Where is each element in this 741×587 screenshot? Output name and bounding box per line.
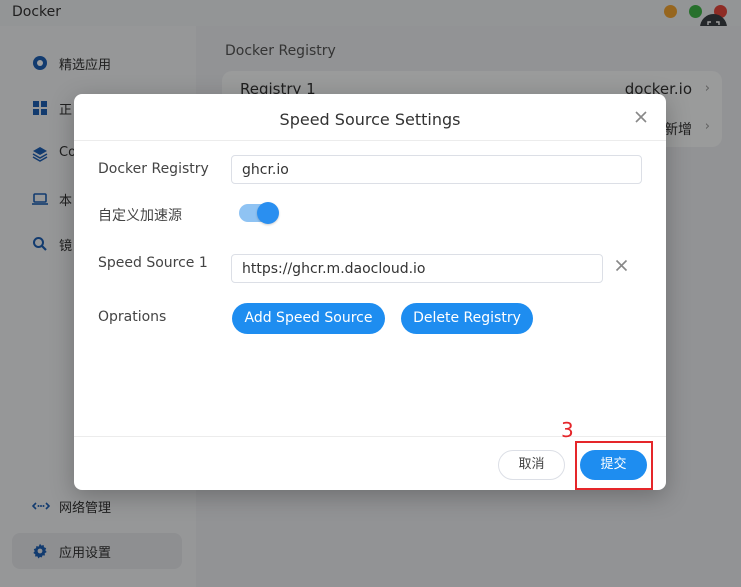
divider	[74, 436, 666, 437]
custom-accel-label: 自定义加速源	[98, 208, 182, 224]
docker-registry-label: Docker Registry	[98, 161, 209, 177]
highlight-box	[575, 441, 653, 490]
step-number: 3	[561, 418, 574, 442]
dialog-title: Speed Source Settings	[279, 110, 461, 129]
speed-source-label: Speed Source 1	[98, 255, 208, 271]
speed-source-dialog: Speed Source Settings Docker Registry 自定…	[74, 94, 666, 490]
custom-accel-toggle[interactable]	[239, 202, 279, 224]
cancel-button[interactable]: 取消	[498, 450, 565, 480]
close-icon[interactable]	[634, 110, 648, 128]
delete-registry-button[interactable]: Delete Registry	[401, 303, 533, 334]
docker-registry-input[interactable]	[231, 155, 642, 184]
add-speed-source-button[interactable]: Add Speed Source	[232, 303, 385, 334]
speed-source-input[interactable]	[231, 254, 603, 283]
toggle-knob	[257, 202, 279, 224]
remove-source-icon[interactable]	[615, 258, 628, 276]
divider	[74, 140, 666, 141]
operations-label: Oprations	[98, 309, 167, 325]
